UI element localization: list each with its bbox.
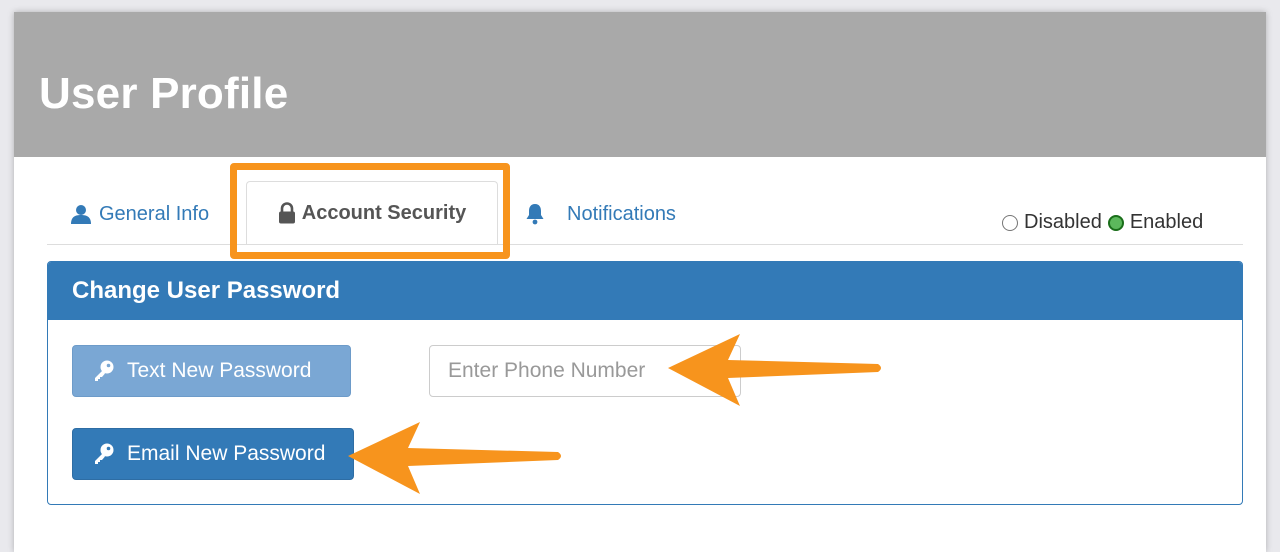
user-profile-window: User Profile General Info Account Securi… [14, 12, 1266, 552]
tab-account-security-label: Account Security [301, 201, 467, 224]
page-title: User Profile [39, 69, 289, 118]
header-bar: User Profile [14, 12, 1266, 157]
tab-general-info-label: General Info [99, 202, 210, 225]
radio-enabled-label: Enabled [1129, 211, 1204, 233]
key-icon [93, 443, 115, 465]
radio-disabled[interactable] [1002, 214, 1018, 231]
tabs-divider [47, 244, 1243, 245]
key-icon [93, 360, 115, 382]
tab-notifications-label: Notifications [567, 202, 676, 225]
tab-account-security[interactable]: Account Security [246, 181, 498, 245]
email-new-password-button[interactable]: Email New Password [72, 428, 354, 480]
radio-enabled[interactable] [1107, 214, 1124, 231]
phone-number-input[interactable] [429, 345, 741, 397]
radio-disabled-label: Disabled [1024, 211, 1102, 233]
status-toggle: Disabled Enabled [1002, 211, 1209, 234]
tab-notifications[interactable]: Notifications [525, 190, 676, 238]
change-password-panel: Change User Password Text New Password E… [47, 261, 1243, 505]
tab-general-info[interactable]: General Info [71, 190, 209, 238]
lock-icon [278, 202, 296, 224]
text-new-password-label: Text New Password [127, 359, 312, 382]
email-new-password-label: Email New Password [127, 442, 326, 465]
user-icon [71, 204, 91, 224]
panel-title: Change User Password [48, 262, 1242, 320]
bell-icon [525, 203, 545, 225]
text-new-password-button[interactable]: Text New Password [72, 345, 351, 397]
